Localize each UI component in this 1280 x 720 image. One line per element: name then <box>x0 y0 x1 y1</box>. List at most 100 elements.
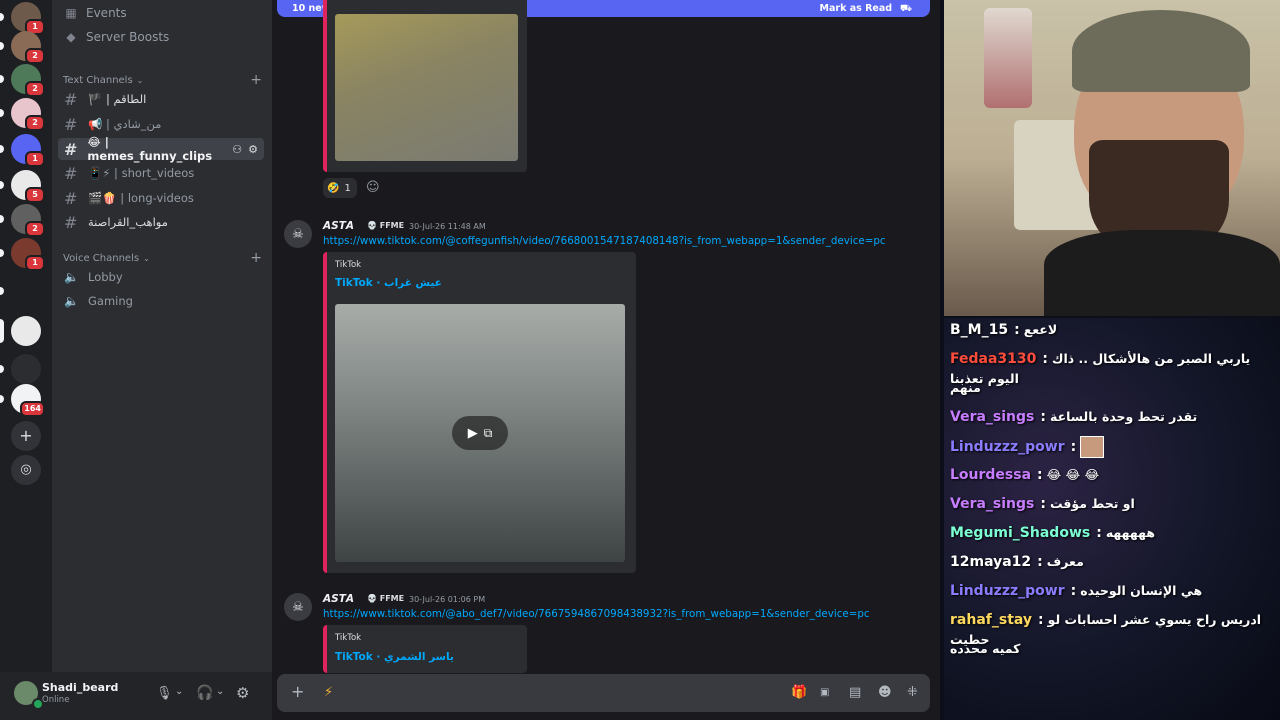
server-icon[interactable] <box>0 354 41 384</box>
server-icon[interactable]: 1 <box>0 2 45 35</box>
text-channels-header[interactable]: Text Channels ⌄ + <box>63 72 262 88</box>
channel-name: 📱⚡ | short_videos <box>88 166 195 180</box>
stream-chat-line: Megumi_Shadows: هههههه <box>950 523 1272 543</box>
message-author[interactable]: 𝘼𝙎𝙏𝘼 <box>323 593 354 605</box>
hash-icon: # <box>64 89 78 109</box>
server-boosts-item[interactable]: ◆ Server Boosts <box>62 26 262 48</box>
emoji-icon[interactable]: ☻ <box>878 685 892 700</box>
invite-icon[interactable]: ⚇ <box>232 143 242 156</box>
chat-message-text: لاععع <box>1023 322 1058 337</box>
hash-icon: # <box>64 163 78 183</box>
server-icon[interactable]: 164 <box>0 384 45 417</box>
voice-channels-header[interactable]: Voice Channels ⌄ + <box>63 250 262 266</box>
channel-memes-funny-clips[interactable]: # 😂 | memes_funny_clips ⚇ ⚙ <box>58 135 264 163</box>
chevron-down-icon: ⌄ <box>136 75 144 85</box>
avatar[interactable]: ☠ <box>284 593 312 621</box>
mention-badge: 5 <box>25 187 45 203</box>
message-link[interactable]: https://www.tiktok.com/@coffegunfish/vid… <box>323 235 886 247</box>
sticker-icon[interactable]: ▤ <box>849 685 861 700</box>
channel-short-videos[interactable]: # 📱⚡ | short_videos <box>58 162 264 184</box>
voice-channel-gaming[interactable]: 🔈 Gaming <box>58 290 264 312</box>
video-thumbnail[interactable]: ▶ ⧉ <box>335 304 625 562</box>
channel-crew[interactable]: # 🏴 | الطاقم <box>58 88 264 110</box>
play-button[interactable]: ▶ ⧉ <box>452 416 508 450</box>
events-item[interactable]: ▦ Events <box>62 2 262 24</box>
avatar[interactable]: ☠ <box>284 220 312 248</box>
server-icon[interactable] <box>0 276 41 306</box>
server-icon[interactable]: 1 <box>0 238 45 271</box>
unread-indicator <box>0 109 4 117</box>
clan-tag-text: FFME <box>379 594 405 603</box>
channel-name: 🏴 | الطاقم <box>88 92 147 106</box>
stream-chat-line: Vera_sings: او تحط مؤقت <box>950 494 1272 514</box>
server-icon[interactable]: 5 <box>0 170 45 203</box>
boost-bolt-icon[interactable]: ⚡ <box>324 685 333 700</box>
add-reaction-icon[interactable]: ☺ <box>366 180 380 195</box>
voice-channels-label: Voice Channels <box>63 252 140 264</box>
add-channel-icon[interactable]: + <box>250 72 262 88</box>
embed-provider: TikTok <box>335 633 362 643</box>
speaker-icon: 🔈 <box>64 294 79 308</box>
message-author[interactable]: 𝘼𝙎𝙏𝘼 <box>323 220 354 232</box>
mark-as-read-button[interactable]: Mark as Read <box>820 3 893 14</box>
separator: : <box>1070 583 1077 599</box>
server-rail: 1 2 2 2 1 5 2 1 164 + ◎ <box>0 0 52 720</box>
message-composer[interactable]: + ⚡ 🎁 ▣ ▤ ☻ ⁜ <box>277 674 930 712</box>
mention-badge: 2 <box>25 221 45 237</box>
mark-read-icon[interactable]: ⛟ <box>900 3 912 15</box>
server-icon[interactable]: 2 <box>0 98 45 131</box>
channel-from-shadi[interactable]: # 📢 | من_شادي <box>58 113 264 135</box>
channel-pirate-talents[interactable]: # مواهب_القراصنة <box>58 211 264 233</box>
clan-tag-text: FFME <box>379 221 405 230</box>
separator: : <box>1038 612 1044 628</box>
server-icon[interactable]: 2 <box>0 64 45 97</box>
headphones-icon[interactable]: 🎧 <box>196 685 213 701</box>
speaker-icon: 🔈 <box>64 270 79 284</box>
gif-icon[interactable]: ▣ <box>820 687 829 698</box>
stream-chat: B_M_15: لاععع Fedaa3130: ياربي الصبر من هال… <box>944 318 1280 720</box>
chevron-down-icon[interactable]: ⌄ <box>175 686 183 697</box>
unread-indicator <box>0 249 4 257</box>
gear-icon[interactable]: ⚙ <box>248 143 258 156</box>
chevron-down-icon: ⌄ <box>143 253 150 263</box>
chat-message-text: منهم <box>950 380 981 395</box>
events-label: Events <box>86 6 127 20</box>
gift-icon[interactable]: 🎁 <box>791 685 807 700</box>
text-channels-label: Text Channels <box>63 74 133 86</box>
embed-thumbnail[interactable] <box>335 14 518 161</box>
stream-chat-line: Linduzzz_powr: هي الإنسان الوحيده <box>950 581 1272 601</box>
voice-channel-name: Lobby <box>88 270 123 284</box>
apps-icon[interactable]: ⁜ <box>907 685 918 700</box>
add-voice-channel-icon[interactable]: + <box>250 250 262 266</box>
chevron-down-icon[interactable]: ⌄ <box>216 686 224 697</box>
settings-gear-icon[interactable]: ⚙ <box>236 684 249 702</box>
server-icon[interactable]: 2 <box>0 31 45 64</box>
unread-indicator <box>0 13 4 21</box>
add-attachment-icon[interactable]: + <box>291 682 304 701</box>
add-server-icon[interactable]: + <box>11 421 41 451</box>
server-icon[interactable]: 2 <box>0 204 45 237</box>
message-link[interactable]: https://www.tiktok.com/@abo_def7/video/7… <box>323 608 870 620</box>
reaction-laugh[interactable]: 🤣 1 <box>323 178 357 198</box>
stream-chat-line: كميه محدده <box>950 639 1272 659</box>
stocking-decoration <box>984 8 1032 108</box>
server-icon[interactable]: 1 <box>0 134 45 167</box>
channel-name: مواهب_القراصنة <box>88 215 168 229</box>
boost-icon: ◆ <box>66 30 76 44</box>
embed-title[interactable]: TikTok · عيش غراب <box>335 277 442 289</box>
microphone-icon[interactable]: 🎙 <box>156 686 173 701</box>
stream-chat-line: منهم <box>950 378 1272 398</box>
discover-icon[interactable]: ◎ <box>11 455 41 485</box>
hash-icon: # <box>64 139 78 159</box>
chatter-name: Vera_sings <box>950 409 1035 425</box>
channel-long-videos[interactable]: # 🎬🍿 | long-videos <box>58 187 264 209</box>
message-timestamp: 30-Jul-26 11:48 AM <box>409 222 486 231</box>
unread-indicator <box>0 319 4 343</box>
separator: : <box>1037 467 1043 483</box>
chatter-name: Vera_sings <box>950 496 1035 512</box>
clan-tag: 💀 FFME <box>367 221 405 230</box>
embed-title[interactable]: TikTok · ياسر الشمري <box>335 651 454 663</box>
server-icon[interactable] <box>0 316 41 346</box>
voice-channel-lobby[interactable]: 🔈 Lobby <box>58 266 264 288</box>
chatter-name: Linduzzz_powr <box>950 583 1065 599</box>
